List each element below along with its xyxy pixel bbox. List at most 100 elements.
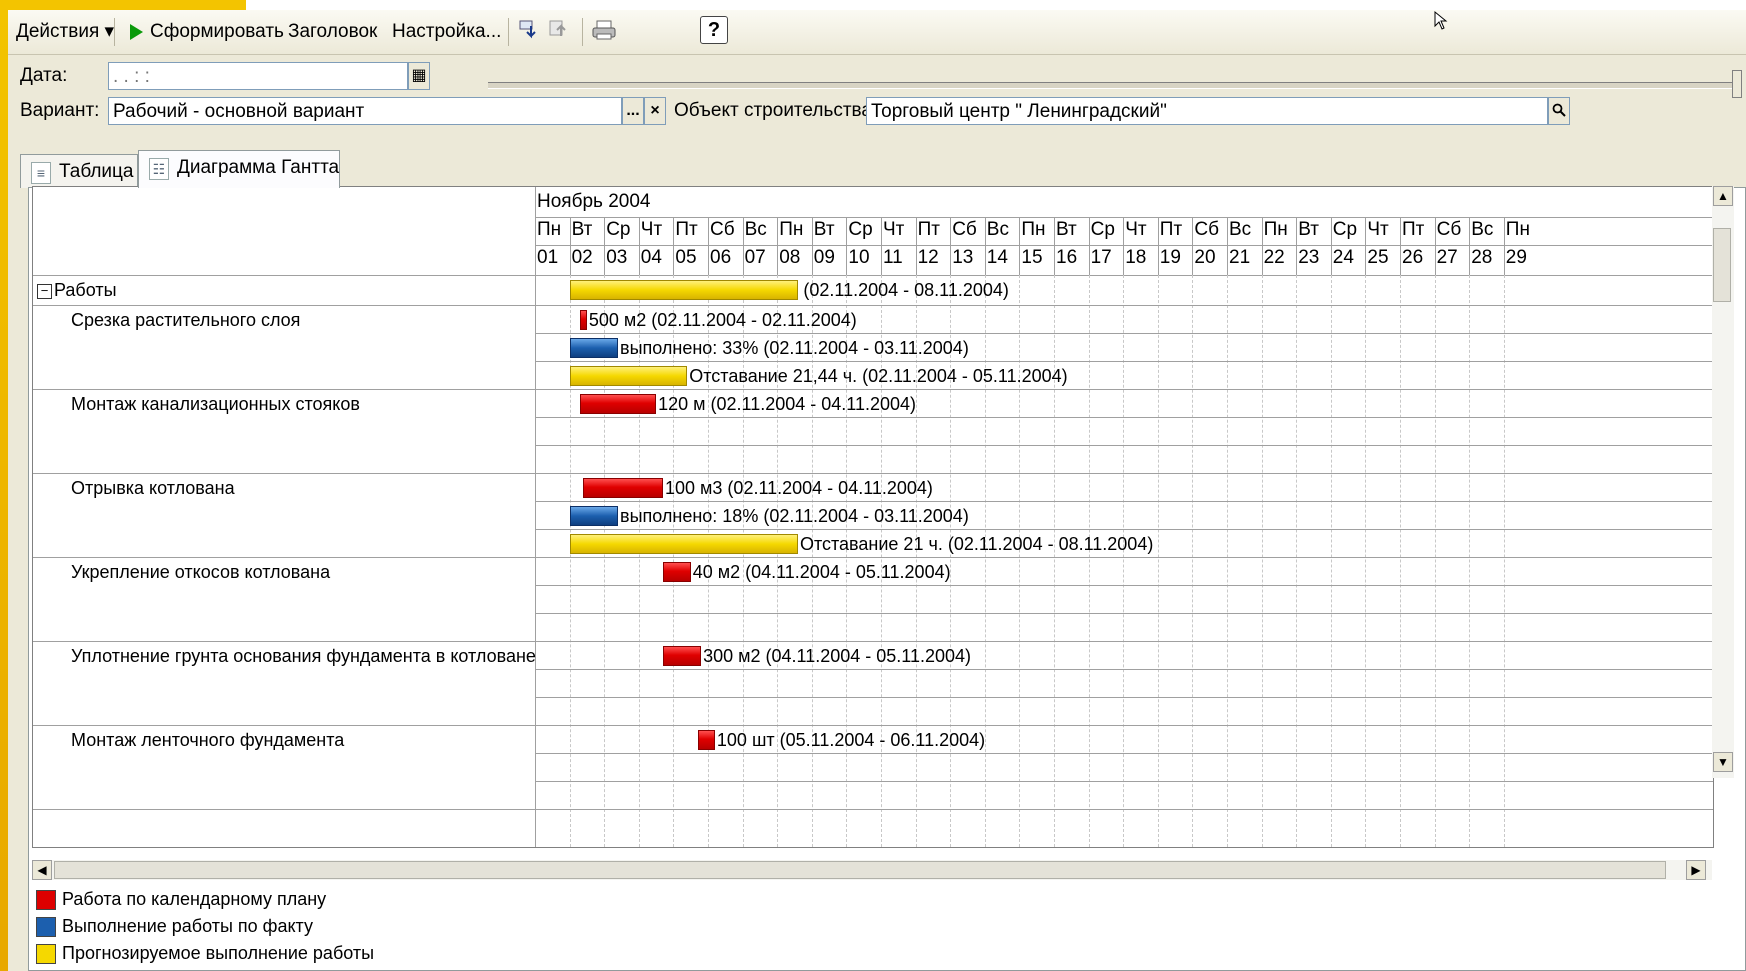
weekday-header: Пн xyxy=(1505,219,1530,240)
header-button[interactable]: Заголовок xyxy=(282,18,383,46)
variant-select-button[interactable]: ... xyxy=(622,97,644,125)
variant-clear-button[interactable]: × xyxy=(644,97,666,125)
legend-fact: Выполнение работы по факту xyxy=(36,913,313,939)
weekday-header: Сб xyxy=(1194,219,1219,240)
day-header-divider xyxy=(638,217,640,275)
weekday-header: Вт xyxy=(571,219,593,240)
day-header: 13 xyxy=(952,247,974,268)
tab-table[interactable]: ≡ Таблица xyxy=(20,154,138,188)
weekday-header: Чт xyxy=(1125,219,1147,240)
group-bar-label: (02.11.2004 - 08.11.2004) xyxy=(803,280,1009,300)
object-label: Объект строительства: xyxy=(674,100,878,121)
plan-bar[interactable] xyxy=(579,394,657,414)
plan-bar[interactable] xyxy=(697,730,715,750)
help-button[interactable]: ? xyxy=(700,16,728,44)
expand-icon[interactable] xyxy=(516,18,544,46)
task-label[interactable]: Уплотнение грунта основания фундамента в… xyxy=(71,641,536,671)
horizontal-scrollbar[interactable]: ◀ ▶ xyxy=(32,860,1712,880)
day-header-divider xyxy=(1261,217,1263,275)
weekday-header: Пт xyxy=(675,219,698,240)
print-icon[interactable] xyxy=(590,18,618,46)
task-label[interactable]: Срезка растительного слоя xyxy=(71,305,300,335)
day-header-divider xyxy=(1157,217,1159,275)
task-label[interactable]: Монтаж канализационных стояков xyxy=(71,389,360,419)
task-label[interactable]: Укрепление откосов котлована xyxy=(71,557,330,587)
day-header: 27 xyxy=(1436,247,1458,268)
day-header: 11 xyxy=(883,247,903,268)
day-header-divider xyxy=(811,217,813,275)
day-header-divider xyxy=(1088,217,1090,275)
scroll-down-icon[interactable]: ▼ xyxy=(1713,752,1733,772)
weekday-header: Сб xyxy=(710,219,735,240)
legend-swatch-forecast xyxy=(36,944,56,965)
weekday-header: Вс xyxy=(1229,219,1252,240)
collapse-icon[interactable] xyxy=(546,18,574,46)
fact-bar[interactable] xyxy=(569,506,619,526)
weekday-header: Пт xyxy=(917,219,940,240)
day-header: 14 xyxy=(986,247,1008,268)
scroll-left-icon[interactable]: ◀ xyxy=(32,860,52,880)
tab-gantt[interactable]: ☷ Диаграмма Гантта xyxy=(138,150,340,188)
settings-button[interactable]: Настройка... xyxy=(386,18,507,46)
day-header-divider xyxy=(1054,217,1055,275)
row-divider xyxy=(535,781,1713,782)
group-forecast-bar[interactable] xyxy=(569,280,798,300)
day-header-divider xyxy=(881,217,882,275)
generate-button[interactable]: Сформировать xyxy=(122,18,290,46)
group-row-label[interactable]: − Работы xyxy=(37,275,117,305)
day-header: 17 xyxy=(1090,247,1112,268)
plan-bar[interactable] xyxy=(663,562,691,582)
row-divider xyxy=(535,585,1713,586)
day-header-divider xyxy=(1123,217,1125,275)
weekday-header: Вт xyxy=(813,219,835,240)
weekday-header: Вс xyxy=(1471,219,1494,240)
mouse-cursor-icon xyxy=(1432,10,1454,38)
weekday-header: Вт xyxy=(1056,219,1077,240)
tab-table-label: Таблица xyxy=(59,161,134,182)
plan-bar[interactable] xyxy=(583,478,664,498)
day-header-divider xyxy=(1503,217,1505,275)
scroll-right-icon[interactable]: ▶ xyxy=(1686,860,1706,880)
day-header: 20 xyxy=(1194,247,1216,268)
day-header: 12 xyxy=(917,247,939,268)
object-field[interactable]: Торговый центр " Ленинградский" xyxy=(866,97,1548,125)
forecast-bar-label: Отставание 21 ч. (02.11.2004 - 08.11.200… xyxy=(799,534,1154,554)
task-label[interactable]: Монтаж ленточного фундамента xyxy=(71,725,344,755)
forecast-bar[interactable] xyxy=(569,366,688,386)
row-divider xyxy=(535,753,1713,754)
day-header-divider xyxy=(984,217,986,275)
weekday-header: Чт xyxy=(640,219,663,240)
variant-field[interactable]: Рабочий - основной вариант xyxy=(108,97,622,125)
task-label[interactable]: Отрывка котлована xyxy=(71,473,235,503)
date-field[interactable]: . . : : xyxy=(108,62,408,90)
variant-label: Вариант: xyxy=(20,100,100,121)
plan-bar[interactable] xyxy=(579,310,587,330)
plan-bar-label: 300 м2 (04.11.2004 - 05.11.2004) xyxy=(703,646,971,666)
day-header-divider xyxy=(1296,217,1298,275)
plan-bar[interactable] xyxy=(663,646,702,666)
period-slider-track[interactable] xyxy=(488,82,1734,89)
gantt-chart[interactable]: Ноябрь 2004 − Работы Пн 01 Вт 02 Ср 03 Чт 04 Пт 05… xyxy=(32,186,1714,848)
scroll-up-icon[interactable]: ▲ xyxy=(1713,186,1733,206)
day-header-divider xyxy=(673,217,675,275)
weekday-header: Пт xyxy=(1159,219,1183,240)
period-slider-thumb[interactable] xyxy=(1732,70,1742,98)
search-icon[interactable] xyxy=(1548,97,1570,125)
calendar-icon[interactable]: ▦ xyxy=(408,62,430,90)
horizontal-scroll-thumb[interactable] xyxy=(54,861,1666,879)
vertical-scroll-thumb[interactable] xyxy=(1713,228,1731,302)
day-header-divider xyxy=(777,217,779,275)
collapse-toggle-icon[interactable]: − xyxy=(37,283,52,299)
forecast-bar[interactable] xyxy=(569,534,798,554)
vertical-scrollbar[interactable]: ▲ ▼ xyxy=(1712,186,1734,778)
day-header-divider xyxy=(950,217,952,275)
day-header: 26 xyxy=(1402,247,1424,268)
weekday-header: Ср xyxy=(1332,219,1358,240)
fact-bar[interactable] xyxy=(569,338,619,358)
table-icon: ≡ xyxy=(31,162,51,184)
actions-menu[interactable]: Действия ▾ xyxy=(10,18,120,46)
day-header: 04 xyxy=(640,247,662,268)
plan-bar-label: 100 шт (05.11.2004 - 06.11.2004) xyxy=(716,730,986,750)
day-header: 29 xyxy=(1505,247,1527,268)
day-header: 09 xyxy=(813,247,835,268)
